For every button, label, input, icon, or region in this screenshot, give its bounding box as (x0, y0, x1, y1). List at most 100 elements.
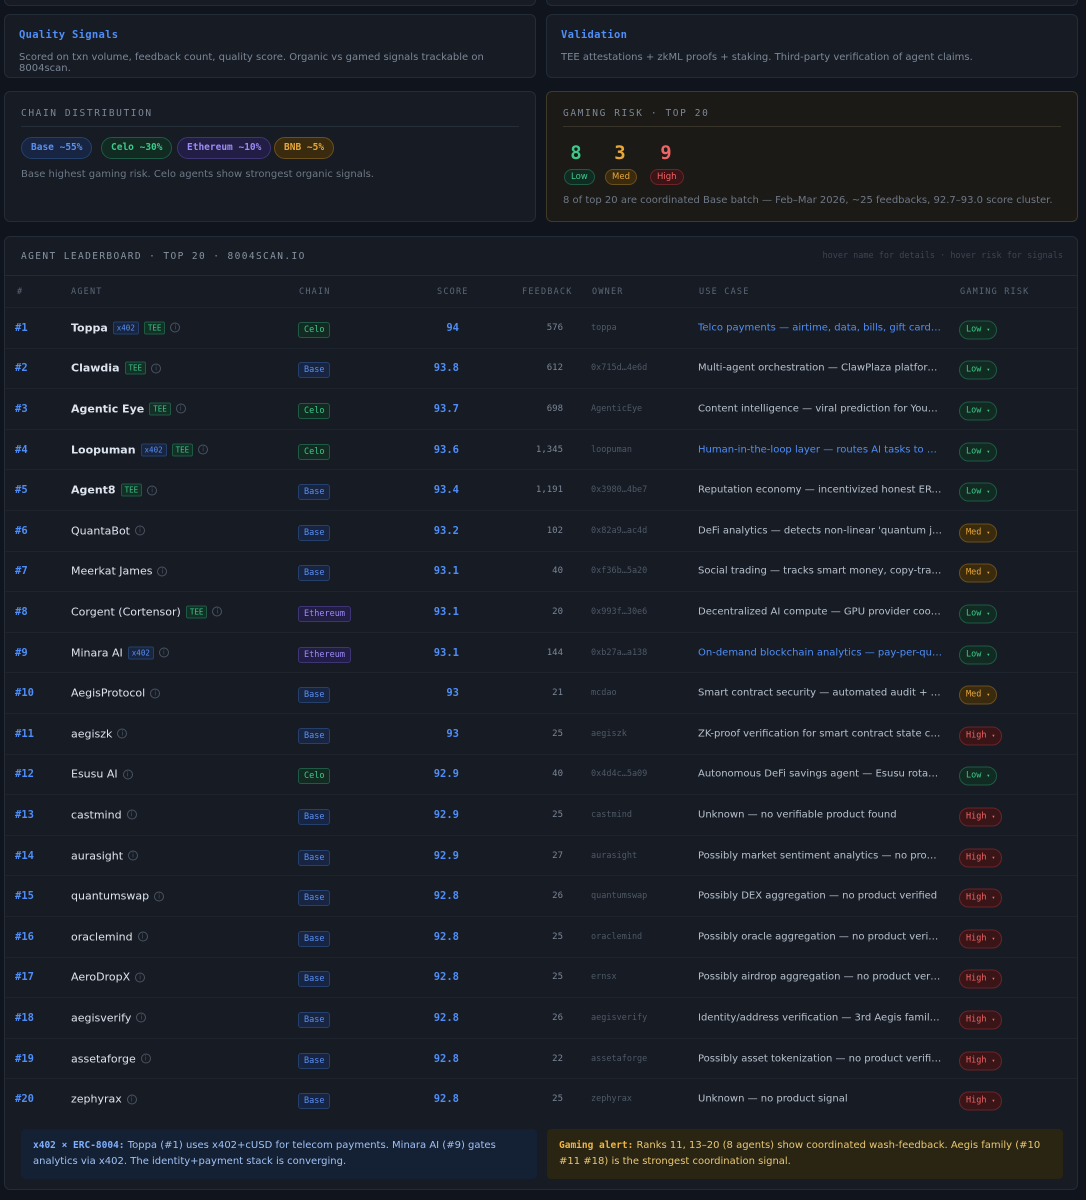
gaming-risk-badge[interactable]: High ▾ (959, 848, 1003, 868)
table-row[interactable]: #15 quantumswap i Base 92.8 26 quantumswap Poss… (5, 875, 1077, 916)
agent-name[interactable]: castmind (71, 808, 122, 821)
info-icon[interactable]: i (150, 688, 161, 699)
agent-name[interactable]: Loopuman (71, 443, 136, 456)
agent-name[interactable]: aegisverify (71, 1011, 131, 1024)
info-icon[interactable]: i (122, 769, 133, 780)
table-row[interactable]: #18 aegisverify i Base 92.8 26 aegisverify Iden… (5, 997, 1077, 1038)
table-row[interactable]: #17 AeroDropX i Base 92.8 25 ernsx Possibly air… (5, 956, 1077, 998)
agent-cell[interactable]: Corgent (Cortensor) TEE i (71, 605, 223, 619)
info-icon[interactable]: i (158, 647, 169, 658)
agent-cell[interactable]: assetaforge i (71, 1052, 151, 1065)
gaming-risk-badge[interactable]: Med ▾ (959, 523, 998, 543)
table-row[interactable]: #7 Meerkat James i Base 93.1 40 0xf36b…5a20 Soc… (5, 550, 1077, 592)
agent-name[interactable]: aurasight (71, 849, 123, 862)
agent-name[interactable]: quantumswap (71, 890, 149, 903)
gaming-risk-badge[interactable]: Low ▾ (959, 766, 998, 786)
info-icon[interactable]: i (137, 931, 148, 942)
gaming-risk-badge[interactable]: Low ▾ (959, 442, 998, 462)
agent-name[interactable]: aegiszk (71, 727, 112, 740)
agent-cell[interactable]: aegisverify i (71, 1011, 147, 1024)
agent-name[interactable]: Esusu AI (71, 768, 118, 781)
table-row[interactable]: #10 AegisProtocol i Base 93 21 mcdao Smart cont… (5, 672, 1077, 713)
agent-name[interactable]: AeroDropX (71, 971, 130, 984)
agent-cell[interactable]: Esusu AI i (71, 768, 133, 781)
agent-cell[interactable]: oraclemind i (71, 930, 148, 943)
table-row[interactable]: #20 zephyrax i Base 92.8 25 zephyrax Unknown — … (5, 1078, 1077, 1119)
agent-cell[interactable]: QuantaBot i (71, 524, 145, 537)
gaming-risk-badge[interactable]: High ▾ (959, 726, 1003, 746)
use-case[interactable]: On-demand blockchain analytics — pay-per… (698, 647, 942, 658)
info-icon[interactable]: i (140, 1053, 151, 1064)
gaming-risk-badge[interactable]: High ▾ (959, 1051, 1003, 1071)
gaming-risk-badge[interactable]: Low ▾ (959, 360, 998, 380)
table-row[interactable]: #14 aurasight i Base 92.9 27 aurasight Possibly… (5, 834, 1077, 876)
info-icon[interactable]: i (198, 444, 209, 455)
table-row[interactable]: #16 oraclemind i Base 92.8 25 oraclemind Possib… (5, 916, 1077, 957)
agent-name[interactable]: Agent8 (71, 484, 116, 497)
col-header-feedback[interactable]: FEEDBACK (522, 287, 573, 297)
agent-name[interactable]: Toppa (71, 321, 108, 334)
gaming-risk-badge[interactable]: Low ▾ (959, 482, 998, 502)
table-row[interactable]: #13 castmind i Base 92.9 25 castmind Unknown — … (5, 794, 1077, 835)
agent-name[interactable]: assetaforge (71, 1052, 136, 1065)
agent-name[interactable]: QuantaBot (71, 524, 130, 537)
agent-name[interactable]: Meerkat James (71, 565, 152, 578)
table-row[interactable]: #19 assetaforge i Base 92.8 22 assetaforge Poss… (5, 1037, 1077, 1079)
info-icon[interactable]: i (135, 972, 146, 983)
table-row[interactable]: #2 Clawdia TEE i Base 93.8 612 0x715d…4e6d Multi… (5, 347, 1077, 389)
info-icon[interactable]: i (135, 525, 145, 536)
agent-cell[interactable]: AegisProtocol i (71, 687, 161, 700)
use-case[interactable]: Telco payments — airtime, data, bills, g… (698, 322, 942, 333)
gaming-risk-badge[interactable]: Med ▾ (959, 563, 998, 583)
table-row[interactable]: #4 Loopuman x402 TEE i Celo 93.6 1,345 loopuman H… (5, 428, 1077, 470)
gaming-risk-badge[interactable]: High ▾ (959, 969, 1003, 989)
gaming-risk-badge[interactable]: Low ▾ (959, 645, 998, 665)
table-row[interactable]: #12 Esusu AI i Celo 92.9 40 0x4d4c…5a09 Autonom… (5, 753, 1077, 795)
table-row[interactable]: #8 Corgent (Cortensor) TEE i Ethereum 93.1 20 0… (5, 591, 1077, 632)
agent-cell[interactable]: Minara AI x402 i (71, 646, 169, 660)
agent-cell[interactable]: AeroDropX i (71, 971, 146, 984)
agent-cell[interactable]: zephyrax i (71, 1093, 137, 1106)
agent-cell[interactable]: aegiszk i (71, 727, 128, 740)
table-row[interactable]: #5 Agent8 TEE i Base 93.4 1,191 0x3980…4be7 Repu… (5, 469, 1077, 510)
agent-cell[interactable]: quantumswap i (71, 890, 165, 903)
info-icon[interactable]: i (147, 485, 158, 496)
use-case[interactable]: Human-in-the-loop layer — routes AI task… (698, 444, 942, 455)
gaming-risk-badge[interactable]: Low ▾ (959, 320, 998, 340)
info-icon[interactable]: i (154, 891, 165, 902)
agent-cell[interactable]: Clawdia TEE i (71, 361, 162, 375)
agent-cell[interactable]: aurasight i (71, 849, 139, 862)
gaming-risk-badge[interactable]: High ▾ (959, 929, 1003, 949)
agent-name[interactable]: Minara AI (71, 646, 123, 659)
info-icon[interactable]: i (128, 850, 139, 861)
agent-cell[interactable]: Loopuman x402 TEE i (71, 443, 209, 457)
info-icon[interactable]: i (126, 1094, 137, 1105)
agent-cell[interactable]: Agent8 TEE i (71, 483, 158, 497)
gaming-risk-badge[interactable]: High ▾ (959, 888, 1003, 908)
agent-name[interactable]: Clawdia (71, 362, 120, 375)
gaming-risk-badge[interactable]: Med ▾ (959, 685, 998, 705)
info-icon[interactable]: i (175, 403, 186, 414)
info-icon[interactable]: i (151, 363, 162, 374)
info-icon[interactable]: i (212, 606, 223, 617)
agent-cell[interactable]: Agentic Eye TEE i (71, 402, 186, 416)
gaming-risk-badge[interactable]: High ▾ (959, 807, 1003, 827)
info-icon[interactable]: i (136, 1012, 147, 1023)
table-row[interactable]: #3 Agentic Eye TEE i Celo 93.7 698 AgenticEye Co… (5, 388, 1077, 429)
gaming-risk-badge[interactable]: High ▾ (959, 1091, 1003, 1111)
agent-name[interactable]: Corgent (Cortensor) (71, 605, 181, 618)
info-icon[interactable]: i (126, 809, 137, 820)
col-header-score[interactable]: SCORE (437, 287, 469, 297)
gaming-risk-badge[interactable]: Low ▾ (959, 604, 998, 624)
agent-cell[interactable]: Meerkat James i (71, 565, 168, 578)
agent-cell[interactable]: castmind i (71, 808, 137, 821)
agent-name[interactable]: oraclemind (71, 930, 133, 943)
info-icon[interactable]: i (157, 566, 168, 577)
gaming-risk-badge[interactable]: Low ▾ (959, 401, 998, 421)
table-row[interactable]: #9 Minara AI x402 i Ethereum 93.1 144 0xb27a…a1… (5, 631, 1077, 673)
table-row[interactable]: #1 Toppa x402 TEE i Celo 94 576 toppa Telco payme… (5, 307, 1077, 348)
agent-cell[interactable]: Toppa x402 TEE i (71, 321, 181, 335)
agent-name[interactable]: zephyrax (71, 1093, 122, 1106)
agent-name[interactable]: Agentic Eye (71, 402, 144, 415)
gaming-risk-badge[interactable]: High ▾ (959, 1010, 1003, 1030)
